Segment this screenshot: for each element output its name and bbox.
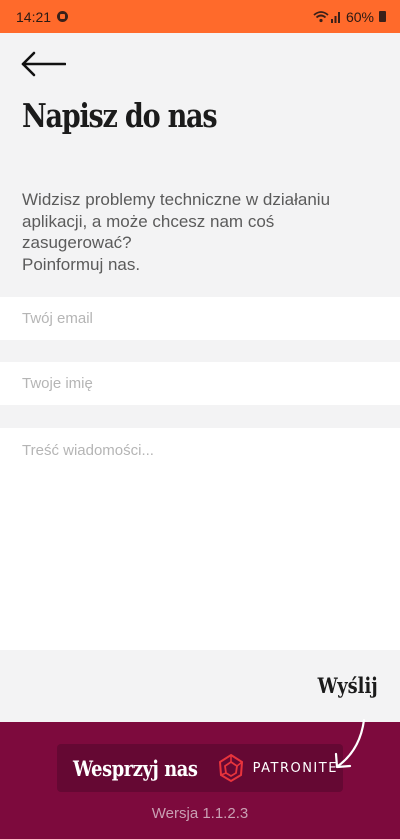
name-field[interactable] [22,375,378,392]
description-line: zasugerować? [22,233,132,252]
status-bar: 14:21 60% [0,0,400,33]
message-field[interactable] [22,442,378,632]
description-line: Poinformuj nas. [22,254,141,274]
curved-arrow-icon [334,718,366,769]
battery-icon [379,11,386,22]
version-text: Wersja 1.1.2.3 [151,805,249,822]
name-field-container [0,362,400,405]
email-field[interactable] [22,310,378,327]
wifi-signal-icon [313,11,340,23]
page-title: Napisz do nas [22,96,218,135]
status-time: 14:21 [16,8,52,25]
support-label: Wesprzyj nas [73,755,198,781]
back-button[interactable] [20,48,68,80]
send-button[interactable]: Wyślij [318,673,378,698]
email-field-container [0,297,400,340]
status-right: 60% [313,9,386,25]
patronite-logo-icon [218,753,243,783]
message-notification-icon [57,11,69,22]
description-line: aplikacji, a może chcesz nam coś [22,211,275,231]
battery-percent: 60% [345,8,374,25]
message-field-container [0,428,400,650]
arrow-left-icon [21,51,66,77]
status-left: 14:21 [16,8,69,25]
support-patronite-button[interactable]: Wesprzyj nas PATRONITE [57,744,343,792]
description-line: Widzisz problemy techniczne w działaniu [22,190,331,209]
description: Widzisz problemy techniczne w działaniu … [22,189,382,275]
